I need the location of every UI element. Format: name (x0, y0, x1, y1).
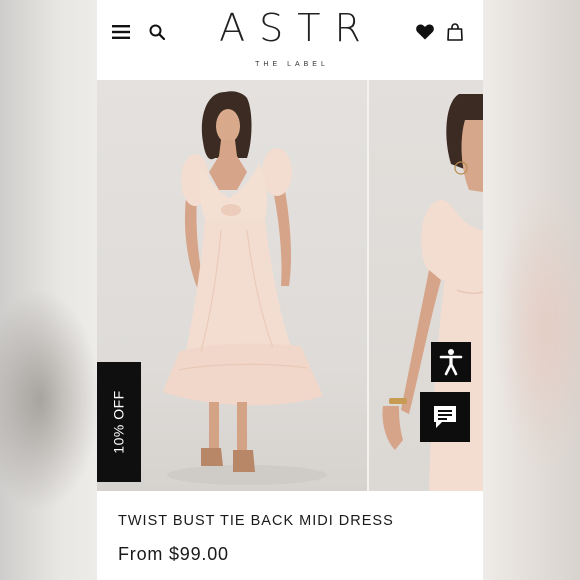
chat-icon (434, 406, 456, 428)
product-title[interactable]: TWIST BUST TIE BACK MIDI DRESS (118, 513, 394, 529)
discount-badge-label: 10% OFF (111, 390, 127, 454)
brand-tagline: THE LABEL (255, 61, 329, 68)
product-price: From $99.00 (118, 544, 229, 564)
bag-icon[interactable] (443, 20, 467, 44)
product-gallery[interactable]: 10% OFF (97, 80, 483, 491)
heart-icon[interactable] (413, 20, 437, 44)
chat-button[interactable] (420, 392, 470, 442)
discount-badge: 10% OFF (97, 362, 141, 482)
accessibility-button[interactable] (431, 342, 471, 382)
product-page: ASTR THE LABEL 10% OFF TWIST BUST TIE BA… (97, 0, 483, 580)
site-header: ASTR THE LABEL (97, 0, 483, 80)
product-info: TWIST BUST TIE BACK MIDI DRESS From $99.… (97, 491, 483, 580)
accessibility-icon (439, 349, 463, 376)
